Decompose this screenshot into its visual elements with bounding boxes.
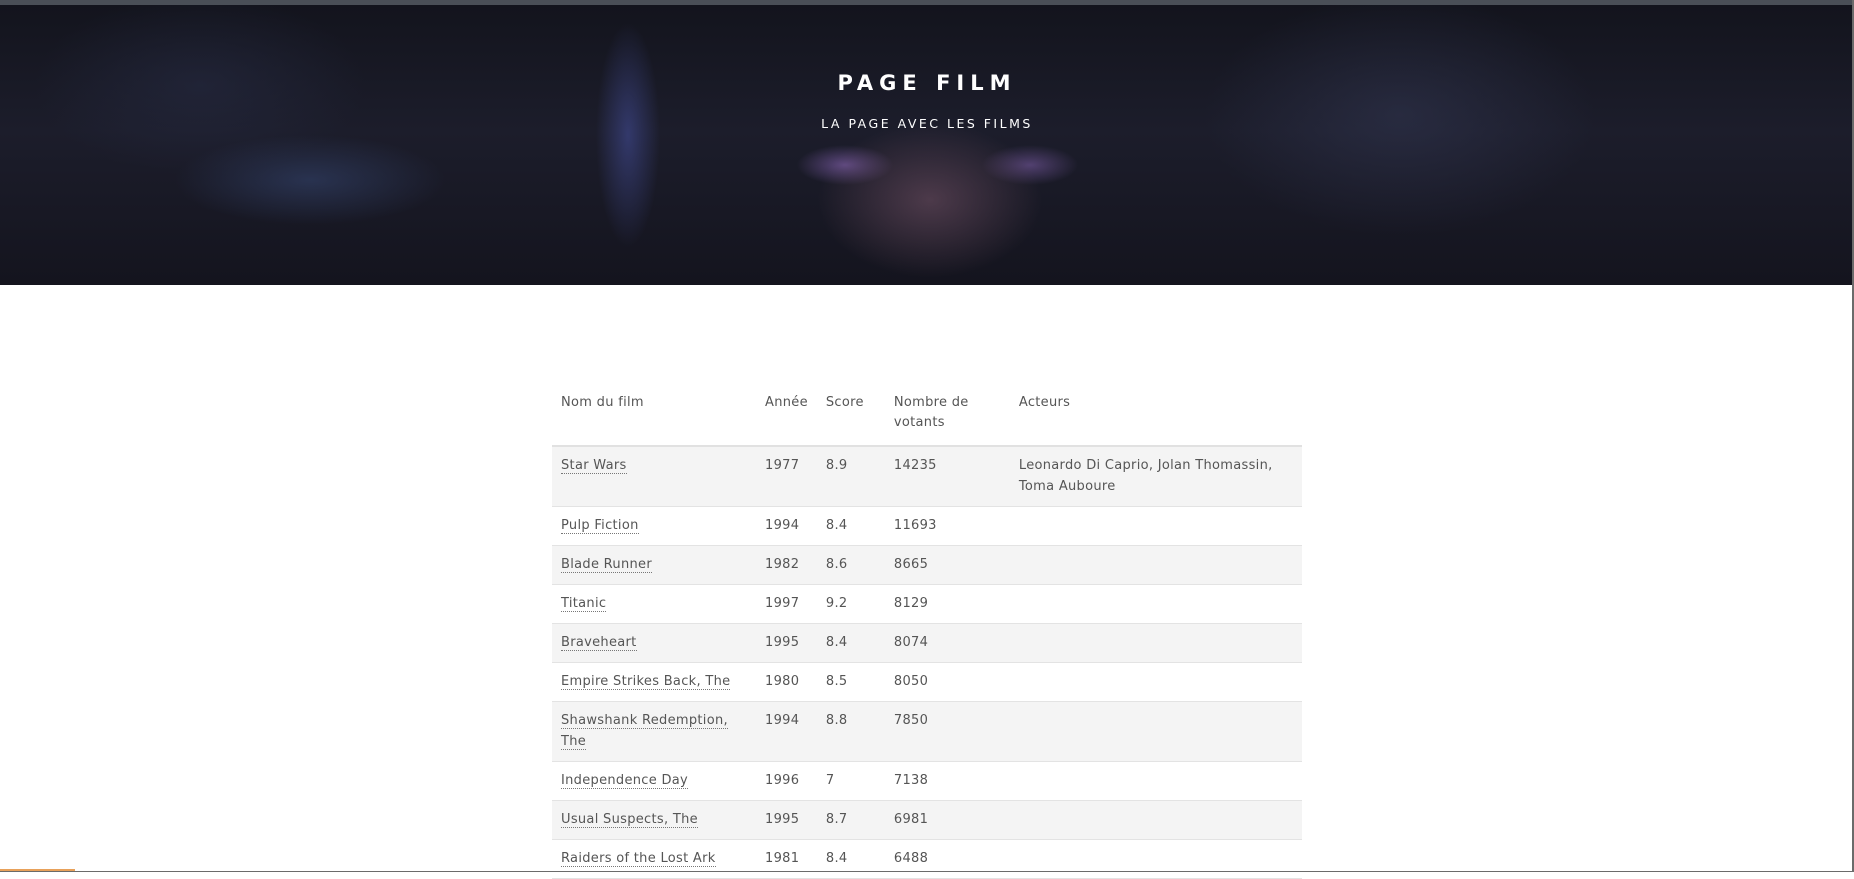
film-score-cell: 8.5 — [817, 663, 885, 702]
film-year-cell: 1982 — [756, 546, 817, 585]
film-votes-cell: 8050 — [885, 663, 1010, 702]
film-score-cell: 7 — [817, 762, 885, 801]
film-year-cell: 1994 — [756, 702, 817, 762]
film-title-cell: Independence Day — [552, 762, 756, 801]
film-actors-cell — [1010, 663, 1302, 702]
film-title-cell: Shawshank Redemption, The — [552, 702, 756, 762]
film-score-cell: 8.8 — [817, 702, 885, 762]
film-votes-cell: 8665 — [885, 546, 1010, 585]
film-score-cell: 9.2 — [817, 585, 885, 624]
film-link[interactable]: Star Wars — [561, 458, 627, 474]
films-table-body: Star Wars 1977 8.9 14235 Leonardo Di Cap… — [552, 446, 1302, 879]
film-votes-cell: 14235 — [885, 446, 1010, 507]
film-year-cell: 1995 — [756, 801, 817, 840]
film-votes-cell: 7138 — [885, 762, 1010, 801]
column-header-title: Nom du film — [552, 385, 756, 446]
page-subtitle: LA PAGE AVEC LES FILMS — [0, 116, 1854, 131]
column-header-votes: Nombre de votants — [885, 385, 1010, 446]
film-link[interactable]: Usual Suspects, The — [561, 812, 698, 828]
film-votes-cell: 11693 — [885, 507, 1010, 546]
film-year-cell: 1996 — [756, 762, 817, 801]
film-title-cell: Blade Runner — [552, 546, 756, 585]
film-actors-cell — [1010, 840, 1302, 879]
table-header-row: Nom du film Année Score Nombre de votant… — [552, 385, 1302, 446]
film-year-cell: 1995 — [756, 624, 817, 663]
films-table: Nom du film Année Score Nombre de votant… — [552, 385, 1302, 879]
table-row: Pulp Fiction 1994 8.4 11693 — [552, 507, 1302, 546]
film-title-cell: Pulp Fiction — [552, 507, 756, 546]
film-link[interactable]: Pulp Fiction — [561, 518, 639, 534]
film-actors-cell — [1010, 762, 1302, 801]
table-row: Shawshank Redemption, The 1994 8.8 7850 — [552, 702, 1302, 762]
film-year-cell: 1981 — [756, 840, 817, 879]
film-actors-cell: Leonardo Di Caprio, Jolan Thomassin, Tom… — [1010, 446, 1302, 507]
column-header-year: Année — [756, 385, 817, 446]
film-link[interactable]: Braveheart — [561, 635, 637, 651]
film-votes-cell: 7850 — [885, 702, 1010, 762]
film-link[interactable]: Shawshank Redemption, The — [561, 713, 728, 750]
film-title-cell: Raiders of the Lost Ark — [552, 840, 756, 879]
film-title-cell: Usual Suspects, The — [552, 801, 756, 840]
film-link[interactable]: Titanic — [561, 596, 606, 612]
film-title-cell: Star Wars — [552, 446, 756, 507]
table-row: Independence Day 1996 7 7138 — [552, 762, 1302, 801]
table-row: Raiders of the Lost Ark 1981 8.4 6488 — [552, 840, 1302, 879]
film-actors-cell — [1010, 624, 1302, 663]
film-actors-cell — [1010, 546, 1302, 585]
film-link[interactable]: Raiders of the Lost Ark — [561, 851, 716, 867]
film-votes-cell: 8129 — [885, 585, 1010, 624]
films-table-head: Nom du film Année Score Nombre de votant… — [552, 385, 1302, 446]
table-row: Star Wars 1977 8.9 14235 Leonardo Di Cap… — [552, 446, 1302, 507]
hero-banner: PAGE FILM LA PAGE AVEC LES FILMS — [0, 5, 1854, 285]
film-score-cell: 8.4 — [817, 507, 885, 546]
film-title-cell: Braveheart — [552, 624, 756, 663]
film-score-cell: 8.6 — [817, 546, 885, 585]
film-link[interactable]: Blade Runner — [561, 557, 652, 573]
film-votes-cell: 6981 — [885, 801, 1010, 840]
film-score-cell: 8.7 — [817, 801, 885, 840]
film-votes-cell: 6488 — [885, 840, 1010, 879]
table-row: Usual Suspects, The 1995 8.7 6981 — [552, 801, 1302, 840]
film-score-cell: 8.4 — [817, 840, 885, 879]
film-votes-cell: 8074 — [885, 624, 1010, 663]
film-year-cell: 1980 — [756, 663, 817, 702]
film-score-cell: 8.9 — [817, 446, 885, 507]
film-actors-cell — [1010, 507, 1302, 546]
film-year-cell: 1994 — [756, 507, 817, 546]
film-title-cell: Titanic — [552, 585, 756, 624]
film-title-cell: Empire Strikes Back, The — [552, 663, 756, 702]
column-header-score: Score — [817, 385, 885, 446]
table-row: Blade Runner 1982 8.6 8665 — [552, 546, 1302, 585]
film-actors-cell — [1010, 801, 1302, 840]
table-row: Empire Strikes Back, The 1980 8.5 8050 — [552, 663, 1302, 702]
film-actors-cell — [1010, 702, 1302, 762]
film-year-cell: 1997 — [756, 585, 817, 624]
film-year-cell: 1977 — [756, 446, 817, 507]
page-title: PAGE FILM — [0, 71, 1854, 95]
main-content: Nom du film Année Score Nombre de votant… — [552, 385, 1302, 879]
table-row: Titanic 1997 9.2 8129 — [552, 585, 1302, 624]
film-actors-cell — [1010, 585, 1302, 624]
table-row: Braveheart 1995 8.4 8074 — [552, 624, 1302, 663]
film-score-cell: 8.4 — [817, 624, 885, 663]
column-header-actors: Acteurs — [1010, 385, 1302, 446]
film-link[interactable]: Independence Day — [561, 773, 688, 789]
film-link[interactable]: Empire Strikes Back, The — [561, 674, 730, 690]
